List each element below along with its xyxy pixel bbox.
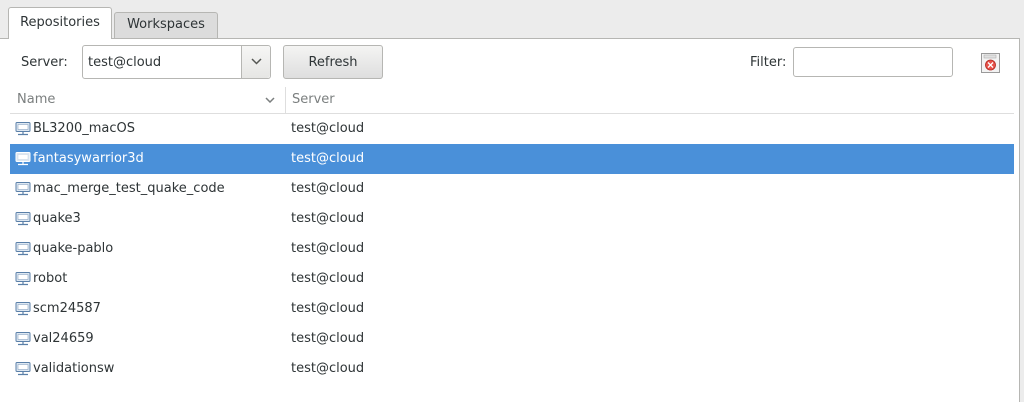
repository-server: test@cloud — [291, 271, 365, 286]
repository-icon — [15, 272, 31, 286]
repository-server: test@cloud — [291, 211, 365, 226]
tab-workspaces[interactable]: Workspaces — [114, 12, 218, 38]
chevron-down-icon — [251, 58, 262, 65]
refresh-button[interactable]: Refresh — [283, 45, 383, 79]
table-row[interactable]: quake-pablo test@cloud — [10, 234, 1014, 264]
repository-server: test@cloud — [291, 151, 365, 166]
clear-filter-button[interactable] — [981, 53, 1000, 73]
filter-input[interactable] — [793, 47, 953, 77]
server-combo-value[interactable]: test@cloud — [88, 55, 161, 70]
tab-repositories[interactable]: Repositories — [8, 7, 112, 39]
repository-server: test@cloud — [291, 121, 365, 136]
repositories-panel: Server: test@cloud Refresh Filter: Name … — [0, 38, 1020, 402]
table-row[interactable]: validationsw test@cloud — [10, 354, 1014, 384]
repository-name: robot — [33, 271, 68, 286]
table-row[interactable]: robot test@cloud — [10, 264, 1014, 294]
repository-icon — [15, 302, 31, 316]
repository-icon — [15, 332, 31, 346]
repository-name: mac_merge_test_quake_code — [33, 181, 225, 196]
table-row[interactable]: val24659 test@cloud — [10, 324, 1014, 354]
table-row[interactable]: fantasywarrior3d test@cloud — [10, 144, 1014, 174]
repository-icon — [15, 212, 31, 226]
repository-icon — [15, 152, 31, 166]
repository-name: fantasywarrior3d — [33, 151, 144, 166]
repository-name: scm24587 — [33, 301, 101, 316]
repository-name: BL3200_macOS — [33, 121, 136, 136]
repository-server: test@cloud — [291, 361, 365, 376]
filter-label: Filter: — [750, 55, 787, 70]
clear-filter-icon — [981, 53, 1000, 73]
server-combo[interactable]: test@cloud — [82, 45, 271, 79]
repository-icon — [15, 362, 31, 376]
repository-server: test@cloud — [291, 241, 365, 256]
repository-name: quake-pablo — [33, 241, 114, 256]
column-header-name[interactable]: Name — [10, 87, 286, 113]
table-row[interactable]: BL3200_macOS test@cloud — [10, 114, 1014, 144]
repository-name: quake3 — [33, 211, 81, 226]
column-header-server[interactable]: Server — [287, 87, 1014, 113]
table-header: Name Server — [10, 87, 1014, 114]
repository-server: test@cloud — [291, 331, 365, 346]
repository-icon — [15, 122, 31, 136]
repository-list: BL3200_macOS test@cloud fantasywarrior3d… — [10, 114, 1014, 384]
table-row[interactable]: scm24587 test@cloud — [10, 294, 1014, 324]
repository-server: test@cloud — [291, 181, 365, 196]
repository-server: test@cloud — [291, 301, 365, 316]
server-label: Server: — [21, 55, 68, 70]
repository-name: validationsw — [33, 361, 115, 376]
chevron-down-icon — [265, 97, 275, 103]
tab-bar: Repositories Workspaces — [0, 0, 1024, 39]
repository-icon — [15, 242, 31, 256]
server-combo-button[interactable] — [241, 46, 270, 78]
repository-name: val24659 — [33, 331, 94, 346]
table-row[interactable]: mac_merge_test_quake_code test@cloud — [10, 174, 1014, 204]
repository-icon — [15, 182, 31, 196]
table-row[interactable]: quake3 test@cloud — [10, 204, 1014, 234]
